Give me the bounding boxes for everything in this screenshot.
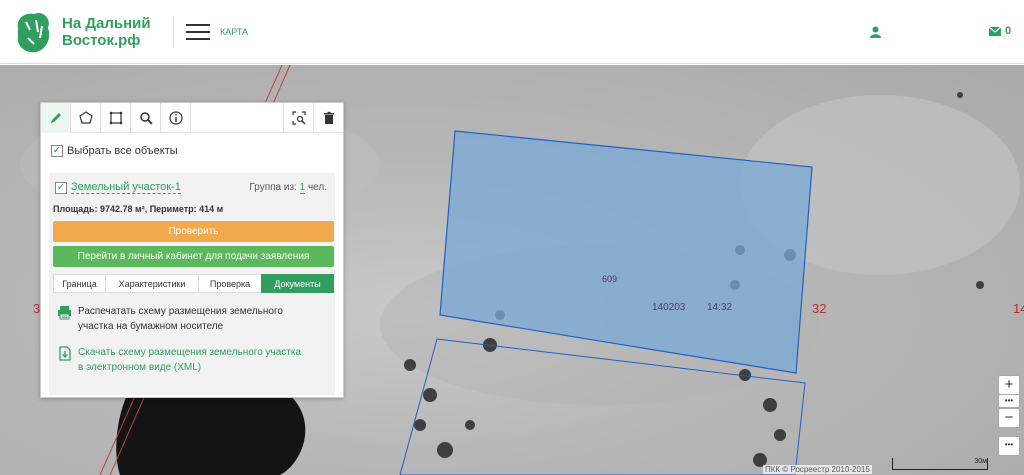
tab-check[interactable]: Проверка <box>198 274 261 293</box>
parcel-card: ✓ Земельный участок-1 Группа из: 1 чел. … <box>49 173 335 395</box>
trash-icon <box>323 111 334 124</box>
tab-characteristics[interactable]: Характеристики <box>105 274 198 293</box>
parcel-title-row: ✓ Земельный участок-1 <box>55 181 181 194</box>
tiger-logo-icon[interactable] <box>12 8 54 56</box>
search-icon <box>139 112 153 125</box>
check-button[interactable]: Проверить <box>53 221 334 242</box>
nav-map-link[interactable]: КАРТА <box>220 27 248 37</box>
envelope-icon <box>989 26 1001 36</box>
user-icon[interactable] <box>870 26 881 38</box>
group-info: Группа из: 1 чел. <box>249 182 327 194</box>
printer-icon <box>58 306 71 320</box>
area-perimeter-text: Площадь: 9742.78 м², Периметр: 414 м <box>53 204 224 214</box>
tab-border[interactable]: Граница <box>53 274 105 293</box>
draw-polygon-button[interactable] <box>71 103 101 133</box>
map-scale-bar: 30м <box>892 458 988 470</box>
mail-counter[interactable]: 0 <box>989 25 1011 37</box>
zoom-in-button[interactable]: + <box>998 375 1020 395</box>
rectangle-icon <box>109 111 122 125</box>
parcel-panel: ✓ Выбрать все объекты ✓ Земельный участо… <box>40 102 344 398</box>
select-all-checkbox[interactable]: ✓ <box>51 145 63 157</box>
zoom-more-button[interactable]: ••• <box>998 394 1020 408</box>
draw-rectangle-button[interactable] <box>101 103 131 133</box>
group-count-link[interactable]: 1 <box>299 182 306 194</box>
brand-name[interactable]: На Дальний Восток.рф <box>62 15 151 49</box>
cabinet-button[interactable]: Перейти в личный кабинет для подачи заяв… <box>53 246 334 267</box>
drawing-toolbar <box>41 103 343 133</box>
select-all-row[interactable]: ✓ Выбрать все объекты <box>51 145 178 157</box>
header-divider <box>173 16 174 48</box>
parcel-name-link[interactable]: Земельный участок-1 <box>71 181 181 194</box>
mail-count: 0 <box>1005 25 1012 37</box>
map-options-button[interactable]: ••• <box>998 436 1020 456</box>
print-scheme-link[interactable]: Распечатать схему размещения земельного … <box>57 304 283 334</box>
delete-button[interactable] <box>313 103 343 133</box>
cadastral-suffix-label: 14:32 <box>707 302 733 313</box>
download-xml-link[interactable]: Скачать схему размещения земельного учас… <box>57 345 301 375</box>
map-number-label-32: 32 <box>812 301 827 316</box>
file-download-icon <box>59 346 71 361</box>
tab-documents[interactable]: Документы <box>261 274 334 293</box>
polygon-icon <box>78 111 93 124</box>
search-button[interactable] <box>131 103 161 133</box>
menu-burger-icon[interactable] <box>186 24 210 40</box>
draw-pencil-button[interactable] <box>41 103 71 133</box>
pencil-icon <box>50 113 61 123</box>
parcel-tabs: Граница Характеристики Проверка Документ… <box>53 274 334 293</box>
zoom-to-object-button[interactable] <box>283 103 313 133</box>
parcel-checkbox[interactable]: ✓ <box>55 181 67 194</box>
map-number-label-right: 14 <box>1013 301 1024 316</box>
zoom-out-button[interactable]: − <box>998 408 1020 428</box>
info-button[interactable] <box>161 103 191 133</box>
quarter-number-label: 140203 <box>652 302 686 313</box>
map-copyright: ПКК © Росреестр 2010-2015 <box>763 465 872 474</box>
select-all-label: Выбрать все объекты <box>67 145 178 157</box>
app-header: На Дальний Восток.рф КАРТА 0 <box>0 0 1024 64</box>
parcel-number-label: 609 <box>602 274 618 284</box>
info-icon <box>168 111 183 125</box>
zoom-to-icon <box>291 111 306 125</box>
